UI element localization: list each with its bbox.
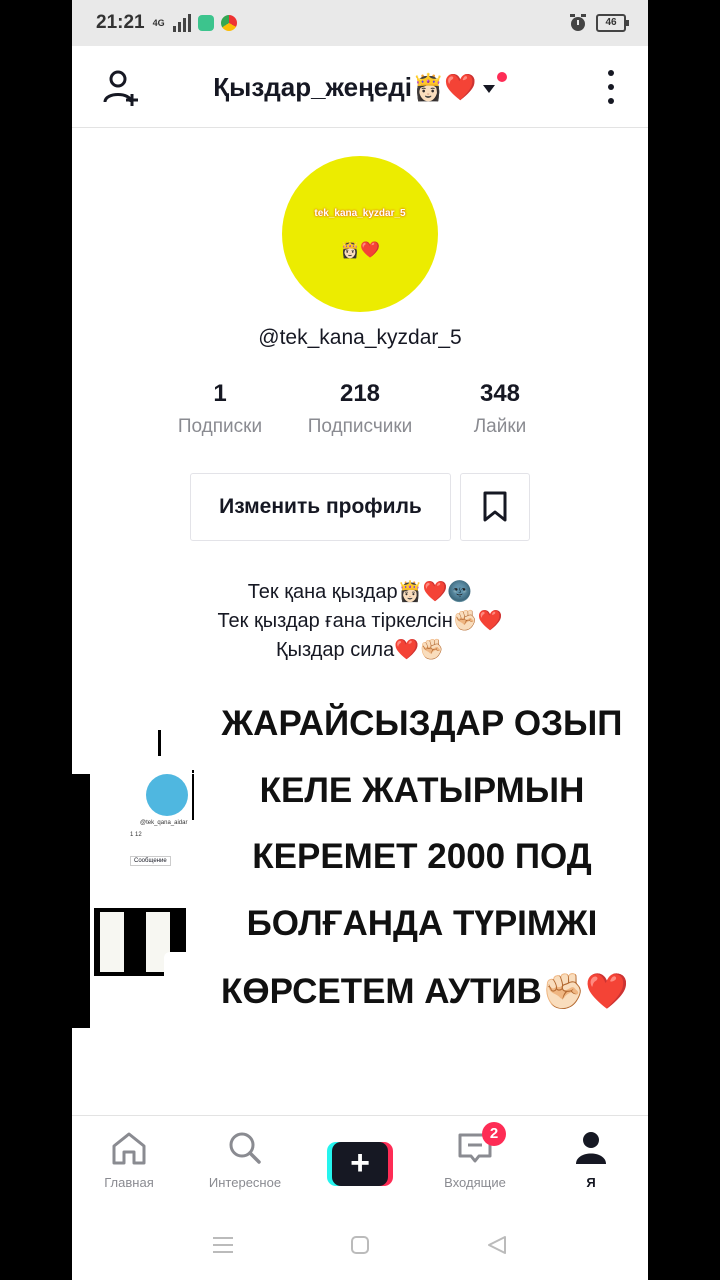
nav-home[interactable]: Главная <box>74 1130 184 1190</box>
back-icon[interactable] <box>486 1235 508 1255</box>
stat-value: 348 <box>479 380 521 407</box>
battery-icon: 46 <box>596 14 629 32</box>
stat-label: Подписки <box>177 416 263 437</box>
profile-bio: Тек қана қыздар👸🏻❤️🌚 Тек қыздар ғана тір… <box>72 578 648 665</box>
search-icon <box>229 1132 261 1164</box>
caption-line-5: КӨРСЕТЕМ АУТИВ✊🏻❤️ <box>164 952 648 1030</box>
app-notification-icon <box>197 15 214 31</box>
status-bar: 21:21 4G 46 <box>72 0 648 46</box>
username: @tek_kana_kyzdar_5 <box>258 326 462 349</box>
phone-screen: 21:21 4G 46 Қыздар_жеңеді👸🏻❤️ tek_kana_k… <box>72 0 648 1280</box>
nav-inbox[interactable]: 2 Входящие <box>420 1122 530 1190</box>
edit-profile-button[interactable]: Изменить профиль <box>190 473 451 541</box>
thumb-avatar <box>146 774 188 816</box>
stat-following[interactable]: 1 Подписки <box>150 380 290 438</box>
home-icon <box>112 1132 146 1165</box>
signal-icon <box>172 14 191 32</box>
caption-line-4: БОЛҒАНДА ТҮРІМЖІ <box>186 888 648 960</box>
tab-indicator <box>158 730 161 756</box>
profile-header: Қыздар_жеңеді👸🏻❤️ <box>72 46 648 128</box>
more-options-icon[interactable] <box>608 70 616 104</box>
network-type: 4G <box>152 18 165 28</box>
menu-icon[interactable] <box>212 1235 234 1255</box>
status-time: 21:21 <box>96 12 145 33</box>
page-title: Қыздар_жеңеді👸🏻❤️ <box>213 72 477 102</box>
notification-dot <box>496 72 507 82</box>
create-video-button[interactable]: + <box>327 1142 393 1186</box>
nav-label: Я <box>586 1175 596 1190</box>
chrome-icon <box>220 15 237 31</box>
favorites-button[interactable] <box>460 473 530 541</box>
thumb-username: @tek_qana_aidar <box>140 820 188 826</box>
plus-icon: + <box>332 1142 388 1186</box>
bio-line: Тек қыздар ғана тіркелсін✊🏻❤️ <box>217 610 503 632</box>
chevron-down-icon <box>482 85 495 94</box>
thumb-message-button: Сообщение <box>130 856 171 866</box>
alarm-icon <box>570 14 586 31</box>
stat-label: Лайки <box>473 416 527 437</box>
stat-value: 1 <box>213 380 227 407</box>
thumb-stats: 1 12 <box>130 832 142 838</box>
caption-line-2: КЕЛЕ ЖАТЫРМЫН <box>194 756 648 826</box>
nav-label: Интересное <box>208 1175 282 1190</box>
stat-likes[interactable]: 348 Лайки <box>430 380 570 438</box>
avatar-emoji: 👸🏻❤️ <box>340 242 380 259</box>
nav-label: Входящие <box>444 1175 506 1190</box>
avatar[interactable]: tek_kana_kyzdar_5 👸🏻❤️ <box>282 156 438 312</box>
inbox-badge: 2 <box>482 1122 506 1146</box>
nav-label: Главная <box>104 1175 154 1190</box>
bookmark-icon <box>483 491 507 522</box>
home-button-icon[interactable] <box>350 1235 370 1255</box>
profile-icon <box>576 1132 606 1164</box>
bio-line: Қыздар сила❤️✊🏻 <box>276 639 444 661</box>
caption-line-1: ЖАРАЙСЫЗДАР ОЗЫП <box>162 686 648 762</box>
bottom-navigation: Главная Интересное + 2 Входящие Я <box>72 1115 648 1216</box>
system-navigation-bar <box>72 1215 648 1280</box>
caption-line-3: КЕРЕМЕТ 2000 ПОД <box>186 820 648 894</box>
bio-line: Тек қана қыздар👸🏻❤️🌚 <box>247 581 473 603</box>
stat-followers[interactable]: 218 Подписчики <box>290 380 430 438</box>
nav-discover[interactable]: Интересное <box>190 1130 300 1190</box>
avatar-text: tek_kana_kyzdar_5 <box>314 208 406 219</box>
stat-value: 218 <box>339 380 381 407</box>
account-switcher[interactable]: Қыздар_жеңеді👸🏻❤️ <box>72 72 648 103</box>
nav-profile[interactable]: Я <box>536 1130 646 1190</box>
stat-label: Подписчики <box>307 416 413 437</box>
profile-stats: 1 Подписки 218 Подписчики 348 Лайки <box>72 380 648 440</box>
